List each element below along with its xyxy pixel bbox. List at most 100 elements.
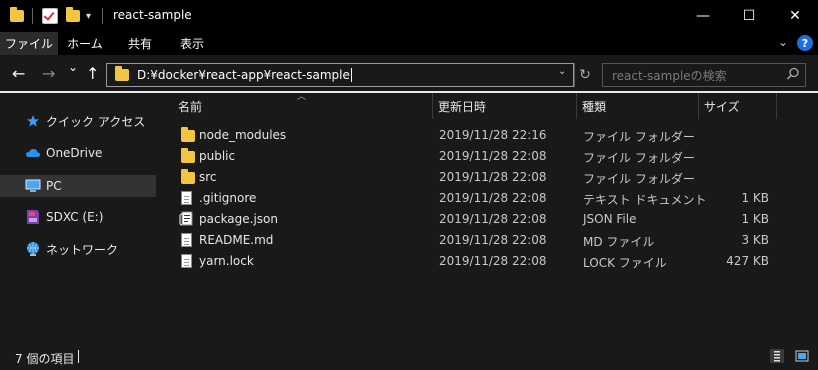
recent-locations-chevron-icon[interactable]: ⌄ (68, 60, 78, 74)
minimize-icon: — (696, 8, 710, 24)
help-icon[interactable]: ? (797, 35, 813, 51)
sidebar-item-network[interactable]: ネットワーク (0, 238, 156, 260)
customize-toolbar-chevron-icon[interactable]: ▾ (86, 7, 91, 25)
file-date: 2019/11/28 22:08 (439, 170, 547, 184)
large-icons-view-icon[interactable] (795, 349, 809, 363)
column-divider[interactable] (776, 93, 777, 119)
file-size: 1 KB (741, 191, 769, 205)
minimize-button[interactable]: — (680, 0, 726, 32)
file-row[interactable]: src 2019/11/28 22:08 ファイル フォルダー (172, 167, 782, 188)
file-date: 2019/11/28 22:08 (439, 254, 547, 268)
address-history-chevron-icon[interactable]: ⌄ (558, 66, 566, 77)
sidebar-item-sdxc[interactable]: SDXC (E:) (0, 206, 156, 228)
file-name: package.json (199, 212, 279, 226)
file-row[interactable]: package.json 2019/11/28 22:08 JSON File … (172, 209, 782, 230)
file-icon (181, 233, 192, 247)
details-view-icon[interactable] (770, 349, 784, 363)
file-row[interactable]: yarn.lock 2019/11/28 22:08 LOCK ファイル 427… (172, 251, 782, 272)
column-divider[interactable] (698, 93, 699, 119)
file-name: public (199, 149, 236, 163)
network-icon (25, 242, 41, 256)
search-box[interactable]: react-sampleの検索 (602, 63, 806, 87)
address-folder-icon (115, 66, 129, 81)
file-type: ファイル フォルダー (583, 151, 695, 165)
window-folder-icon[interactable] (10, 7, 24, 25)
text-caret (350, 68, 352, 82)
file-date: 2019/11/28 22:08 (439, 149, 547, 163)
file-icon (181, 254, 192, 268)
json-file-icon (179, 211, 193, 226)
search-icon[interactable] (786, 67, 800, 81)
file-type: LOCK ファイル (583, 256, 667, 270)
title-bar: ▾ react-sample — ☐ ✕ (0, 0, 818, 32)
item-count: 7 個の項目 (15, 352, 75, 366)
status-bar: 7 個の項目 (0, 343, 818, 370)
file-row[interactable]: node_modules 2019/11/28 22:16 ファイル フォルダー (172, 125, 782, 146)
navigation-bar: ← → ⌄ ↑ D:¥docker¥react-app¥react-sample… (0, 55, 818, 91)
file-date: 2019/11/28 22:08 (439, 212, 547, 226)
tab-file[interactable]: ファイル (0, 32, 58, 55)
file-type: ファイル フォルダー (583, 172, 695, 186)
forward-button[interactable]: → (42, 64, 55, 83)
maximize-icon: ☐ (742, 8, 756, 24)
address-text[interactable]: D:¥docker¥react-app¥react-sample (137, 68, 350, 82)
column-divider[interactable] (432, 93, 433, 119)
status-separator (78, 350, 79, 363)
sidebar-item-label: SDXC (E:) (46, 210, 104, 224)
file-name: yarn.lock (199, 254, 254, 268)
file-name: src (199, 170, 217, 184)
star-icon (25, 114, 41, 128)
sidebar-item-label: PC (46, 179, 62, 193)
folder-icon (181, 148, 195, 163)
file-row[interactable]: public 2019/11/28 22:08 ファイル フォルダー (172, 146, 782, 167)
address-bar[interactable]: D:¥docker¥react-app¥react-sample (106, 63, 574, 87)
column-header-type[interactable]: 種類 (582, 93, 606, 119)
text-file-icon (181, 191, 192, 205)
close-icon: ✕ (789, 8, 801, 24)
sort-ascending-icon: ︿ (297, 92, 307, 102)
refresh-icon[interactable]: ↻ (574, 63, 595, 87)
sidebar-item-onedrive[interactable]: OneDrive (0, 142, 156, 164)
new-folder-icon[interactable] (66, 7, 80, 25)
sidebar-item-label: OneDrive (46, 146, 103, 160)
explorer-window: ▾ react-sample — ☐ ✕ ファイル ホーム 共有 表示 ⌄ ? … (0, 0, 818, 370)
file-row[interactable]: README.md 2019/11/28 22:08 MD ファイル 3 KB (172, 230, 782, 251)
column-header-date[interactable]: 更新日時 (438, 93, 486, 119)
folder-icon (181, 169, 195, 184)
maximize-button[interactable]: ☐ (726, 0, 772, 32)
qa-separator (32, 7, 33, 25)
search-placeholder[interactable]: react-sampleの検索 (612, 67, 727, 84)
tab-view[interactable]: 表示 (168, 32, 216, 55)
file-size: 1 KB (741, 212, 769, 226)
file-date: 2019/11/28 22:08 (439, 233, 547, 247)
column-divider[interactable] (576, 93, 577, 119)
sidebar-item-label: クイック アクセス (46, 114, 146, 129)
file-type: MD ファイル (583, 235, 655, 249)
file-type: JSON File (583, 212, 637, 226)
file-name: .gitignore (199, 191, 257, 205)
title-separator (102, 7, 103, 25)
sidebar-item-pc[interactable]: PC (0, 175, 156, 197)
file-type: テキスト ドキュメント (583, 193, 707, 207)
ribbon-expand-chevron-icon[interactable]: ⌄ (778, 35, 788, 49)
sidebar-item-quick-access[interactable]: クイック アクセス (0, 110, 156, 132)
file-date: 2019/11/28 22:16 (439, 128, 547, 142)
ribbon-tabs: ファイル ホーム 共有 表示 ⌄ ? (0, 32, 818, 55)
tab-home[interactable]: ホーム (58, 32, 112, 55)
tab-share[interactable]: 共有 (112, 32, 168, 55)
sd-card-icon (25, 210, 41, 224)
up-button[interactable]: ↑ (86, 64, 99, 83)
column-header-size[interactable]: サイズ (704, 93, 740, 119)
window-title: react-sample (113, 8, 192, 22)
navigation-pane: クイック アクセス OneDrive PC SDXC (E:) ネットワーク (0, 93, 160, 343)
back-button[interactable]: ← (12, 64, 25, 83)
file-type: ファイル フォルダー (583, 130, 695, 144)
properties-check-icon[interactable] (42, 7, 58, 25)
file-name: node_modules (199, 128, 287, 142)
file-row[interactable]: .gitignore 2019/11/28 22:08 テキスト ドキュメント … (172, 188, 782, 209)
column-header-name[interactable]: 名前 (178, 93, 202, 119)
close-button[interactable]: ✕ (772, 0, 818, 32)
file-date: 2019/11/28 22:08 (439, 191, 547, 205)
sidebar-item-label: ネットワーク (46, 242, 119, 257)
file-name: README.md (199, 233, 274, 247)
